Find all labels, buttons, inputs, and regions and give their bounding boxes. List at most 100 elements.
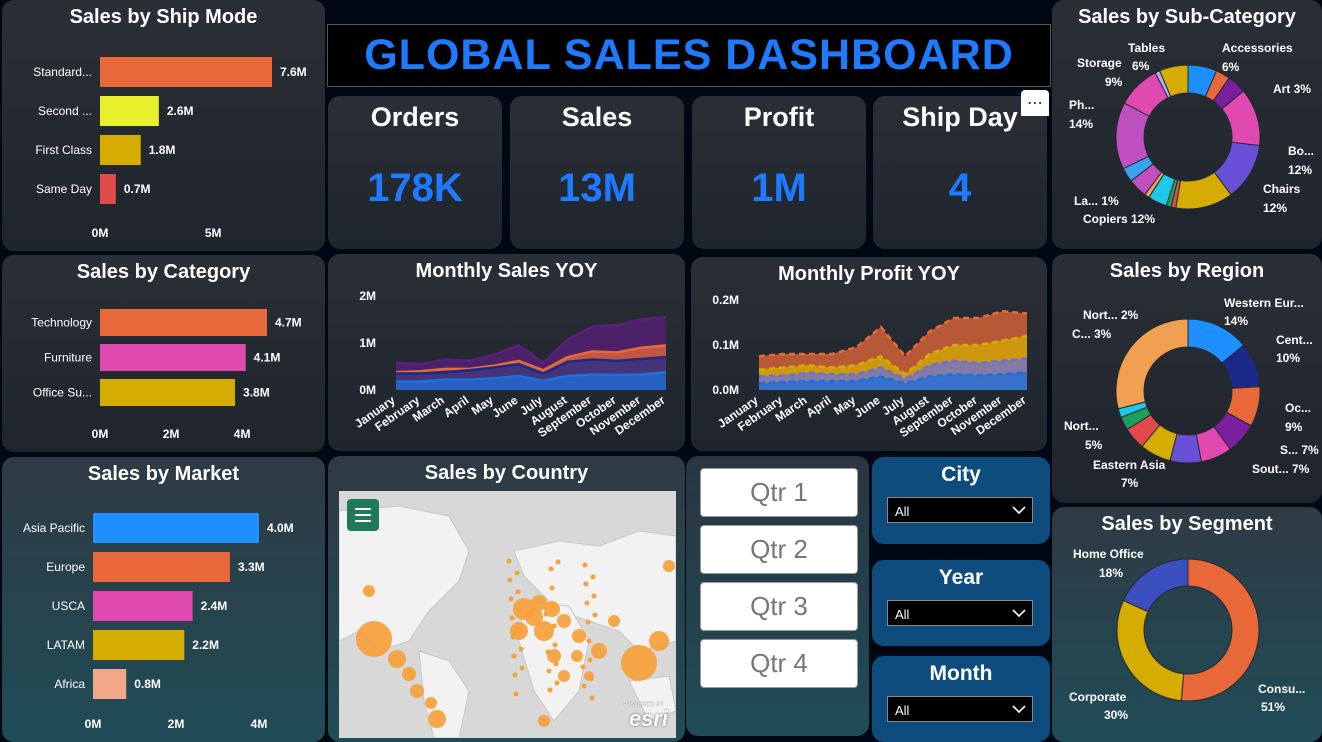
bar-value-2: 2.4M — [201, 599, 228, 613]
kpi-ship-day[interactable]: Ship Day 4 — [873, 96, 1047, 249]
country-dot-11 — [583, 581, 589, 587]
region-pct-central: 10% — [1276, 351, 1300, 365]
chevron-down-icon — [1012, 705, 1026, 714]
dashboard-title-banner: GLOBAL SALES DASHBOARD — [327, 24, 1051, 87]
sub-category-chart[interactable]: Tables 6% Accessories 6% Storage 9% Art … — [1052, 0, 1322, 249]
segment-label-corporate: Corporate — [1069, 690, 1127, 704]
city-slicer-title: City — [941, 463, 981, 486]
monthly-profit-chart[interactable]: 0.0M0.1M0.2MJanuaryFebruaryMarchAprilMay… — [691, 257, 1047, 451]
month-select-value: All — [895, 703, 910, 718]
sub-cat-label-bookcases: Bo... — [1288, 144, 1314, 158]
category-panel[interactable]: Sales by Category Technology 4.7M Furnitur… — [2, 255, 325, 452]
segment-pct-home-office: 18% — [1099, 566, 1123, 580]
monthly-sales-panel[interactable]: Monthly Sales YOY 0M 1M 2M January February M… — [328, 254, 685, 451]
bar-2 — [100, 379, 236, 406]
region-panel[interactable]: Sales by Region Nort... 2% Western Eur..… — [1052, 254, 1322, 503]
chevron-down-icon — [1012, 609, 1026, 618]
country-dot-0 — [506, 558, 512, 564]
kpi-sales-value: 13M — [558, 166, 636, 210]
bar-value-0: 7.6M — [280, 65, 307, 79]
country-bubble-22 — [558, 670, 570, 682]
more-options-icon[interactable]: ⋯ — [1021, 90, 1049, 116]
country-bubble-9 — [534, 621, 554, 641]
year-slicer[interactable]: Year All — [872, 560, 1050, 646]
ship-mode-panel[interactable]: Sales by Ship Mode Standard... 7.6M Second… — [2, 0, 325, 251]
qtr-1-button[interactable]: Qtr 1 — [700, 468, 858, 517]
segment-label-home-office: Home Office — [1073, 547, 1144, 561]
map-canvas[interactable] — [339, 491, 676, 738]
sub-cat-label-storage: Storage — [1077, 56, 1122, 70]
monthly-profit-panel[interactable]: Monthly Profit YOY 0.0M 0.1M 0.2M January Fe… — [691, 257, 1047, 451]
country-dot-29 — [589, 695, 595, 701]
country-dot-5 — [581, 683, 587, 689]
country-map-title: Sales by Country — [424, 462, 589, 484]
x-tick-2: 4M — [251, 717, 268, 731]
country-dot-36 — [518, 646, 524, 652]
bar-label-4: Africa — [54, 677, 85, 691]
x-tick-2: 4M — [234, 427, 251, 441]
country-dot-15 — [511, 653, 517, 659]
region-label-southern: Sout... 7% — [1252, 462, 1310, 476]
market-chart[interactable]: Asia Pacific 4.0M Europe 3.3M USCA 2.4M LATAM 2… — [2, 457, 325, 742]
country-bubble-1 — [363, 585, 375, 597]
country-map-panel[interactable]: Sales by Country POWERED BY esri — [328, 456, 685, 742]
slice-0 — [1180, 558, 1260, 702]
kpi-sales[interactable]: Sales 13M — [510, 96, 684, 249]
bar-label-0: Asia Pacific — [23, 521, 85, 535]
segment-label-consumer: Consu... — [1258, 682, 1305, 696]
country-bubble-15 — [591, 643, 607, 659]
map-menu-button[interactable] — [347, 499, 379, 531]
country-bubble-2 — [388, 650, 406, 668]
chevron-down-icon — [1012, 506, 1026, 515]
segment-pct-corporate: 30% — [1104, 708, 1128, 722]
qtr-2-button[interactable]: Qtr 2 — [700, 525, 858, 574]
bar-value-1: 3.3M — [238, 560, 265, 574]
segment-panel[interactable]: Sales by Segment Home Office 18% Corpora… — [1052, 507, 1322, 742]
city-select-value: All — [895, 504, 910, 519]
bar-label-3: LATAM — [47, 638, 85, 652]
bar-2 — [100, 135, 141, 165]
y-tick-2: 2M — [359, 289, 376, 303]
sub-cat-pct-accessories: 6% — [1222, 60, 1240, 74]
country-dot-7 — [545, 649, 551, 655]
bar-label-2: First Class — [35, 143, 92, 157]
map-area[interactable]: POWERED BY esri — [339, 491, 676, 738]
city-slicer[interactable]: City All — [872, 457, 1050, 544]
sub-cat-pct-chairs: 12% — [1263, 201, 1287, 215]
month-slicer[interactable]: Month All — [872, 656, 1050, 742]
bar-0 — [93, 513, 259, 543]
dashboard-title: GLOBAL SALES DASHBOARD — [364, 31, 1014, 79]
sub-cat-pct-bookcases: 12% — [1288, 163, 1312, 177]
qtr-4-button[interactable]: Qtr 4 — [700, 639, 858, 688]
kpi-profit[interactable]: Profit 1M — [692, 96, 866, 249]
bar-value-1: 2.6M — [167, 104, 194, 118]
bar-label-0: Technology — [31, 316, 92, 330]
market-panel[interactable]: Sales by Market Asia Pacific 4.0M Europe 3.… — [2, 457, 325, 742]
bar-0 — [100, 57, 272, 87]
country-dot-4 — [544, 630, 550, 636]
qtr-3-button[interactable]: Qtr 3 — [700, 582, 858, 631]
region-chart[interactable]: Nort... 2% Western Eur... 14% C... 3% Ce… — [1052, 254, 1322, 503]
country-dot-30 — [516, 608, 522, 614]
bar-value-0: 4.7M — [275, 316, 302, 330]
country-bubble-0 — [356, 621, 392, 657]
country-bubble-5 — [425, 697, 437, 709]
segment-chart[interactable]: Home Office 18% Corporate 30% Consu... 5… — [1052, 507, 1322, 742]
year-select[interactable]: All — [887, 600, 1033, 626]
country-dot-25 — [551, 623, 557, 629]
country-dot-32 — [590, 574, 596, 580]
sub-cat-label-copiers: Copiers 12% — [1083, 212, 1155, 226]
category-chart[interactable]: Technology 4.7M Furniture 4.1M Office Su... 3… — [2, 255, 325, 452]
bar-label-1: Europe — [46, 560, 85, 574]
region-label-western-europe: Western Eur... — [1224, 296, 1304, 310]
month-select[interactable]: All — [887, 696, 1033, 722]
bar-4 — [93, 669, 127, 699]
region-label-north-b: Nort... — [1064, 419, 1099, 433]
sub-category-panel[interactable]: Sales by Sub-Category Tables 6% Accessor… — [1052, 0, 1322, 249]
monthly-sales-chart[interactable]: 0M1M2MJanuaryFebruaryMarchAprilMayJuneJu… — [328, 254, 685, 451]
country-bubble-6 — [428, 710, 446, 728]
country-bubble-3 — [402, 667, 416, 681]
ship-mode-chart[interactable]: Standard... 7.6M Second ... 2.6M First Class… — [2, 0, 325, 251]
kpi-orders[interactable]: Orders 178K — [328, 96, 502, 249]
city-select[interactable]: All — [887, 497, 1033, 523]
